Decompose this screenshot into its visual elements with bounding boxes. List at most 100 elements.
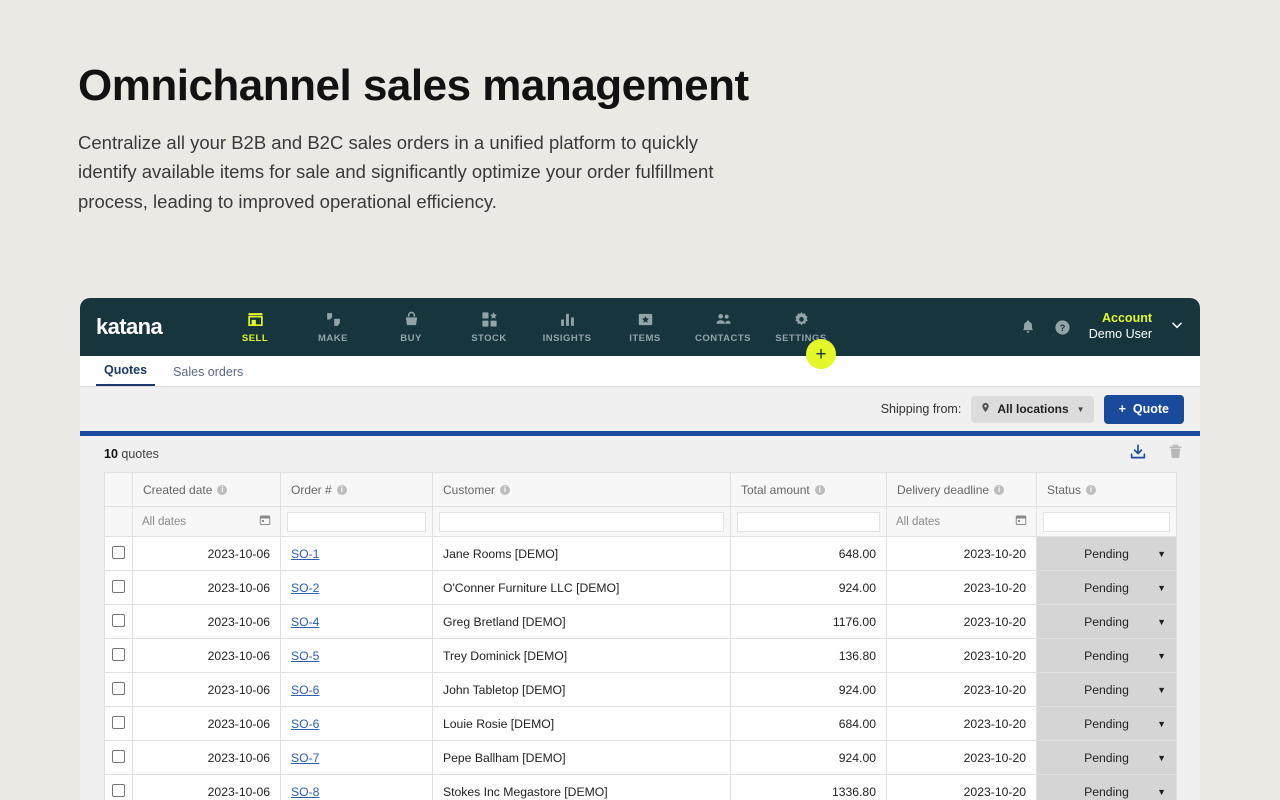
header-total-amount[interactable]: Total amount i [731, 473, 887, 507]
info-icon[interactable]: i [1086, 485, 1096, 495]
cell-order-no[interactable]: SO-6 [281, 707, 433, 741]
row-checkbox-cell[interactable] [105, 605, 133, 639]
table-row[interactable]: 2023-10-06SO-7Pepe Ballham [DEMO]924.002… [105, 741, 1177, 775]
table-row[interactable]: 2023-10-06SO-6Louie Rosie [DEMO]684.0020… [105, 707, 1177, 741]
nav-item-buy[interactable]: BUY [372, 310, 450, 344]
cell-status[interactable]: Pending▼ [1037, 605, 1177, 639]
table-row[interactable]: 2023-10-06SO-2O'Conner Furniture LLC [DE… [105, 571, 1177, 605]
cell-status[interactable]: Pending▼ [1037, 741, 1177, 775]
delete-icon[interactable] [1167, 443, 1184, 465]
order-link[interactable]: SO-5 [291, 649, 319, 663]
nav-item-items[interactable]: ITEMS [606, 310, 684, 344]
delivery-deadline-filter[interactable]: All dates [893, 512, 1030, 532]
nav-item-stock[interactable]: STOCK [450, 310, 528, 344]
chevron-down-icon[interactable]: ▼ [1157, 651, 1166, 661]
nav-item-insights[interactable]: INSIGHTS [528, 310, 606, 344]
order-link[interactable]: SO-7 [291, 751, 319, 765]
filter-cell-created-date[interactable]: All dates [133, 507, 281, 537]
header-status[interactable]: Status i [1037, 473, 1177, 507]
row-checkbox[interactable] [112, 648, 125, 661]
add-floating-action-button[interactable]: + [806, 339, 836, 369]
chevron-down-icon[interactable]: ▼ [1157, 549, 1166, 559]
filter-cell-status[interactable] [1037, 507, 1177, 537]
cell-order-no[interactable]: SO-1 [281, 537, 433, 571]
chevron-down-icon[interactable]: ▼ [1157, 617, 1166, 627]
help-icon[interactable]: ? [1054, 319, 1071, 336]
status-filter-input[interactable] [1043, 512, 1170, 532]
cell-status[interactable]: Pending▼ [1037, 571, 1177, 605]
cell-order-no[interactable]: SO-2 [281, 571, 433, 605]
info-icon[interactable]: i [337, 485, 347, 495]
total-amount-filter-input[interactable] [737, 512, 880, 532]
order-link[interactable]: SO-6 [291, 683, 319, 697]
nav-item-sell[interactable]: SELL [216, 310, 294, 344]
cell-order-no[interactable]: SO-4 [281, 605, 433, 639]
cell-status[interactable]: Pending▼ [1037, 639, 1177, 673]
notifications-bell-icon[interactable] [1020, 319, 1036, 335]
info-icon[interactable]: i [217, 485, 227, 495]
chevron-down-icon[interactable]: ▼ [1157, 787, 1166, 797]
table-row[interactable]: 2023-10-06SO-6John Tabletop [DEMO]924.00… [105, 673, 1177, 707]
nav-item-make[interactable]: MAKE [294, 310, 372, 344]
header-created-date[interactable]: Created date i [133, 473, 281, 507]
nav-item-settings[interactable]: SETTINGS [762, 310, 840, 344]
account-menu[interactable]: Account Demo User [1089, 311, 1152, 342]
order-link[interactable]: SO-1 [291, 547, 319, 561]
info-icon[interactable]: i [815, 485, 825, 495]
row-checkbox-cell[interactable] [105, 741, 133, 775]
cell-status[interactable]: Pending▼ [1037, 775, 1177, 800]
table-row[interactable]: 2023-10-06SO-4Greg Bretland [DEMO]1176.0… [105, 605, 1177, 639]
table-row[interactable]: 2023-10-06SO-1Jane Rooms [DEMO]648.00202… [105, 537, 1177, 571]
row-checkbox[interactable] [112, 580, 125, 593]
chevron-down-icon[interactable] [1170, 318, 1184, 337]
order-link[interactable]: SO-6 [291, 717, 319, 731]
header-delivery-deadline[interactable]: Delivery deadline i [887, 473, 1037, 507]
row-checkbox[interactable] [112, 716, 125, 729]
row-checkbox-cell[interactable] [105, 571, 133, 605]
filter-cell-total-amount[interactable] [731, 507, 887, 537]
filter-cell-order-no[interactable] [281, 507, 433, 537]
row-checkbox-cell[interactable] [105, 639, 133, 673]
add-quote-button[interactable]: + Quote [1104, 395, 1184, 424]
row-checkbox[interactable] [112, 682, 125, 695]
header-order-no[interactable]: Order # i [281, 473, 433, 507]
chevron-down-icon[interactable]: ▼ [1157, 685, 1166, 695]
cell-order-no[interactable]: SO-6 [281, 673, 433, 707]
cell-order-no[interactable]: SO-5 [281, 639, 433, 673]
row-checkbox-cell[interactable] [105, 673, 133, 707]
calendar-icon[interactable] [259, 514, 271, 529]
table-row[interactable]: 2023-10-06SO-8Stokes Inc Megastore [DEMO… [105, 775, 1177, 800]
row-checkbox-cell[interactable] [105, 707, 133, 741]
cell-status[interactable]: Pending▼ [1037, 537, 1177, 571]
download-icon[interactable] [1129, 443, 1147, 466]
location-filter-dropdown[interactable]: All locations ▼ [971, 396, 1093, 423]
created-date-filter[interactable]: All dates [139, 512, 274, 532]
table-row[interactable]: 2023-10-06SO-5Trey Dominick [DEMO]136.80… [105, 639, 1177, 673]
info-icon[interactable]: i [500, 485, 510, 495]
calendar-icon[interactable] [1015, 514, 1027, 529]
order-link[interactable]: SO-8 [291, 785, 319, 799]
order-link[interactable]: SO-2 [291, 581, 319, 595]
row-checkbox[interactable] [112, 750, 125, 763]
header-customer[interactable]: Customer i [433, 473, 731, 507]
row-checkbox[interactable] [112, 784, 125, 797]
cell-status[interactable]: Pending▼ [1037, 673, 1177, 707]
chevron-down-icon[interactable]: ▼ [1157, 719, 1166, 729]
chevron-down-icon[interactable]: ▼ [1157, 753, 1166, 763]
filter-cell-customer[interactable] [433, 507, 731, 537]
chevron-down-icon[interactable]: ▼ [1157, 583, 1166, 593]
row-checkbox-cell[interactable] [105, 537, 133, 571]
customer-filter-input[interactable] [439, 512, 724, 532]
order-link[interactable]: SO-4 [291, 615, 319, 629]
katana-logo[interactable]: katana [96, 314, 216, 340]
cell-order-no[interactable]: SO-7 [281, 741, 433, 775]
cell-order-no[interactable]: SO-8 [281, 775, 433, 800]
nav-item-contacts[interactable]: CONTACTS [684, 310, 762, 344]
info-icon[interactable]: i [994, 485, 1004, 495]
row-checkbox-cell[interactable] [105, 775, 133, 800]
tab-sales-orders[interactable]: Sales orders [165, 365, 251, 386]
order-no-filter-input[interactable] [287, 512, 426, 532]
row-checkbox[interactable] [112, 546, 125, 559]
cell-status[interactable]: Pending▼ [1037, 707, 1177, 741]
row-checkbox[interactable] [112, 614, 125, 627]
